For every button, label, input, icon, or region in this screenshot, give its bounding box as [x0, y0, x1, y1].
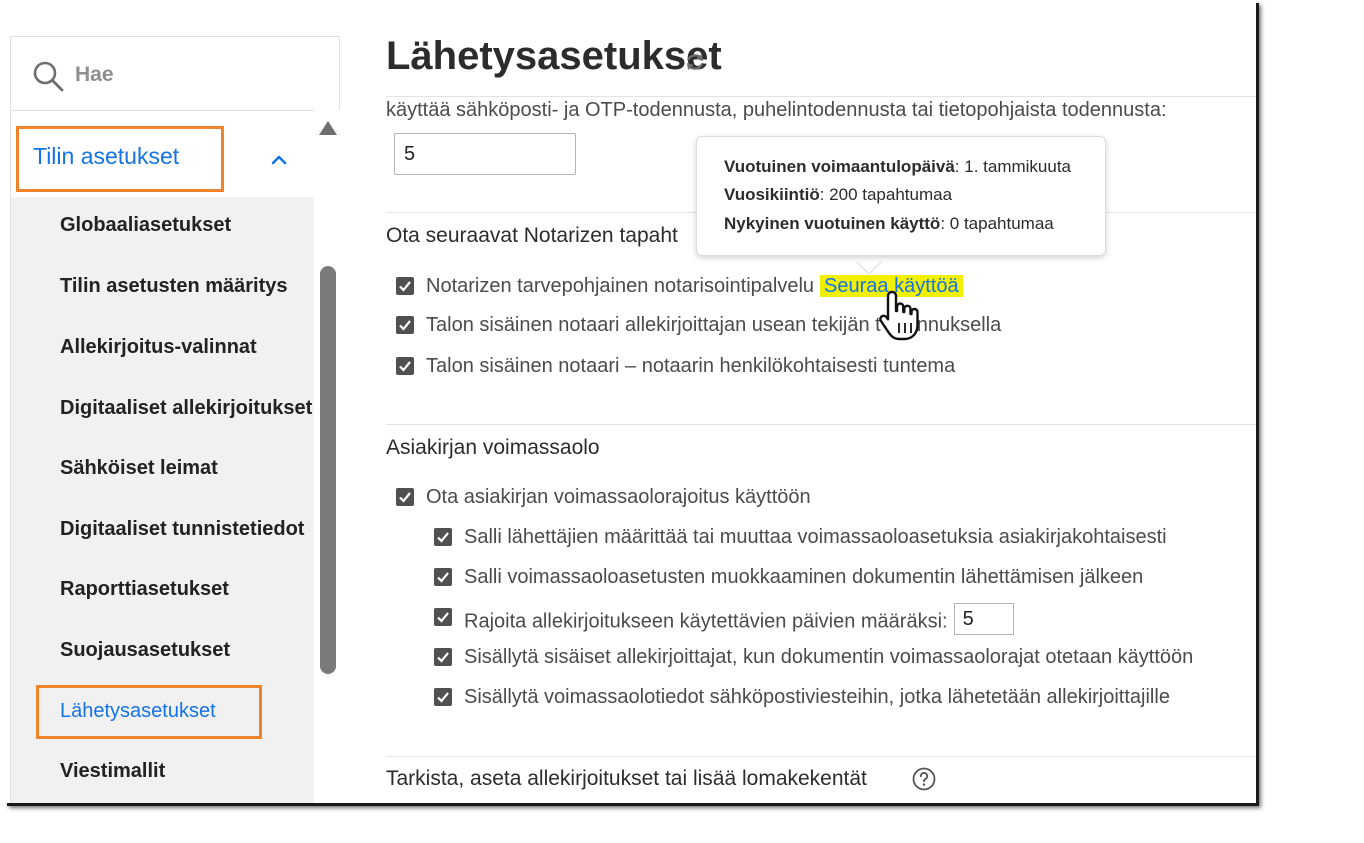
sidebar-item-account-setup[interactable]: Tilin asetusten määritys [60, 275, 288, 298]
sidebar-item-global-settings[interactable]: Globaaliasetukset [60, 214, 231, 237]
checkbox-label: Rajoita allekirjoitukseen käytettävien p… [464, 603, 1014, 638]
checkmark-icon [399, 492, 411, 503]
tooltip-key: Vuotuinen voimaantulopäivä [724, 157, 955, 176]
review-heading: Tarkista, aseta allekirjoitukset tai lis… [386, 767, 867, 790]
highlight-box-account-settings [16, 126, 224, 192]
validity-heading: Asiakirjan voimassaolo [386, 436, 600, 459]
checkbox-label: Talon sisäinen notaari – notaarin henkil… [426, 355, 956, 377]
chevron-up-icon[interactable] [270, 151, 288, 169]
signing-days-input[interactable]: 5 [953, 603, 1014, 635]
checkmark-icon [437, 532, 449, 543]
tooltip-value: : 0 tapahtumaa [940, 214, 1054, 233]
auth-description: käyttää sähköposti- ja OTP-todennusta, p… [386, 99, 1167, 121]
validity-option-row: Sisällytä sisäiset allekirjoittajat, kun… [434, 646, 1254, 670]
notarize-in-house-mfa-row: Talon sisäinen notaari allekirjoittajan … [396, 314, 1096, 338]
scroll-thumb[interactable] [320, 266, 336, 674]
tooltip-value: : 1. tammikuuta [954, 157, 1072, 176]
divider [386, 424, 1256, 425]
checkmark-icon [399, 320, 411, 331]
checkmark-icon [437, 612, 449, 623]
checkbox-label: Salli voimassaoloasetusten muokkaaminen … [464, 566, 1144, 588]
divider [386, 756, 1256, 757]
scroll-up-arrow-icon[interactable] [318, 120, 338, 136]
sidebar-scrollbar[interactable] [314, 110, 342, 803]
checkbox-label: Salli lähettäjien määrittää tai muuttaa … [464, 526, 1167, 548]
checkbox-label-text: Rajoita allekirjoitukseen käytettävien p… [464, 610, 948, 633]
checkmark-icon [437, 692, 449, 703]
tooltip-key: Vuosikiintiö [724, 185, 820, 204]
validity-option-row: Salli voimassaoloasetusten muokkaaminen … [434, 566, 1234, 590]
sidebar-item-report-settings[interactable]: Raporttiasetukset [60, 578, 229, 601]
sidebar-item-message-templates[interactable]: Viestimallit [60, 760, 165, 783]
search-icon [33, 61, 64, 92]
sidebar-item-signature-preferences[interactable]: Allekirjoitus-valinnat [60, 336, 257, 359]
checkmark-icon [437, 572, 449, 583]
refresh-icon[interactable] [683, 50, 707, 74]
sidebar-item-security-settings[interactable]: Suojausasetukset [60, 639, 230, 662]
highlight-box-send-settings [36, 685, 262, 739]
usage-tooltip: Vuotuinen voimaantulopäivä: 1. tammikuut… [696, 136, 1106, 256]
sidebar-item-digital-identities[interactable]: Digitaaliset tunnistetiedot [60, 518, 304, 541]
checkmark-icon [437, 652, 449, 663]
checkbox-include-internal-signers[interactable] [434, 648, 452, 666]
notarize-heading: Ota seuraavat Notarizen tapaht [386, 224, 678, 247]
sidebar: Hae Tilin asetukset Globaaliasetukset Ti… [4, 0, 342, 803]
hand-cursor-icon [879, 290, 919, 341]
tooltip-value: : 200 tapahtumaa [819, 185, 953, 204]
checkbox-enable-validity[interactable] [396, 488, 414, 506]
checkmark-icon [399, 361, 411, 372]
tooltip-row-annual-quota: Vuosikiintiö: 200 tapahtumaa [724, 185, 952, 205]
checkbox-label: Sisällytä sisäiset allekirjoittajat, kun… [464, 646, 1194, 668]
help-icon[interactable] [912, 767, 936, 791]
checkbox-label-text: Notarizen tarvepohjainen notarisointipal… [426, 275, 815, 297]
checkbox-limit-signing-days[interactable] [434, 608, 452, 626]
checkbox-label: Sisällytä voimassaolotiedot sähköpostivi… [464, 686, 1170, 708]
checkbox-allow-edit-after-send[interactable] [434, 568, 452, 586]
checkbox-notarize-on-demand[interactable] [396, 277, 414, 295]
main-content: Lähetysasetukset käyttää sähköposti- ja … [342, 0, 1256, 803]
notarize-in-house-personal-row: Talon sisäinen notaari – notaarin henkil… [396, 355, 1096, 379]
tooltip-key: Nykyinen vuotuinen käyttö [724, 214, 941, 233]
app-window: Hae Tilin asetukset Globaaliasetukset Ti… [4, 0, 1256, 803]
checkmark-icon [399, 281, 411, 292]
checkbox-in-house-personal[interactable] [396, 357, 414, 375]
page-title: Lähetysasetukset [386, 34, 722, 78]
checkbox-allow-senders-set-validity[interactable] [434, 528, 452, 546]
search-input[interactable]: Hae [75, 63, 114, 87]
checkbox-label-tail: nnuksella [916, 314, 1002, 336]
validity-option-row: Salli lähettäjien määrittää tai muuttaa … [434, 526, 1234, 550]
search-box[interactable]: Hae [10, 36, 340, 110]
tooltip-row-effective-date: Vuotuinen voimaantulopäivä: 1. tammikuut… [724, 157, 1071, 177]
validity-option-row: Sisällytä voimassaolotiedot sähköpostivi… [434, 686, 1254, 710]
validity-option-row: Rajoita allekirjoitukseen käytettävien p… [434, 603, 1234, 635]
checkbox-include-validity-in-emails[interactable] [434, 688, 452, 706]
sidebar-item-electronic-seals[interactable]: Sähköiset leimat [60, 457, 218, 480]
sidebar-item-digital-signatures[interactable]: Digitaaliset allekirjoitukset [60, 397, 312, 420]
auth-count-input[interactable]: 5 [394, 133, 576, 175]
checkbox-label-text: Talon sisäinen notaari allekirjoittajan … [426, 314, 881, 336]
checkbox-label: Ota asiakirjan voimassaolorajoitus käytt… [426, 486, 811, 508]
validity-enable-row: Ota asiakirjan voimassaolorajoitus käytt… [396, 486, 1096, 510]
tooltip-row-current-usage: Nykyinen vuotuinen käyttö: 0 tapahtumaa [724, 214, 1054, 234]
checkbox-in-house-mfa[interactable] [396, 316, 414, 334]
divider [386, 96, 1256, 97]
